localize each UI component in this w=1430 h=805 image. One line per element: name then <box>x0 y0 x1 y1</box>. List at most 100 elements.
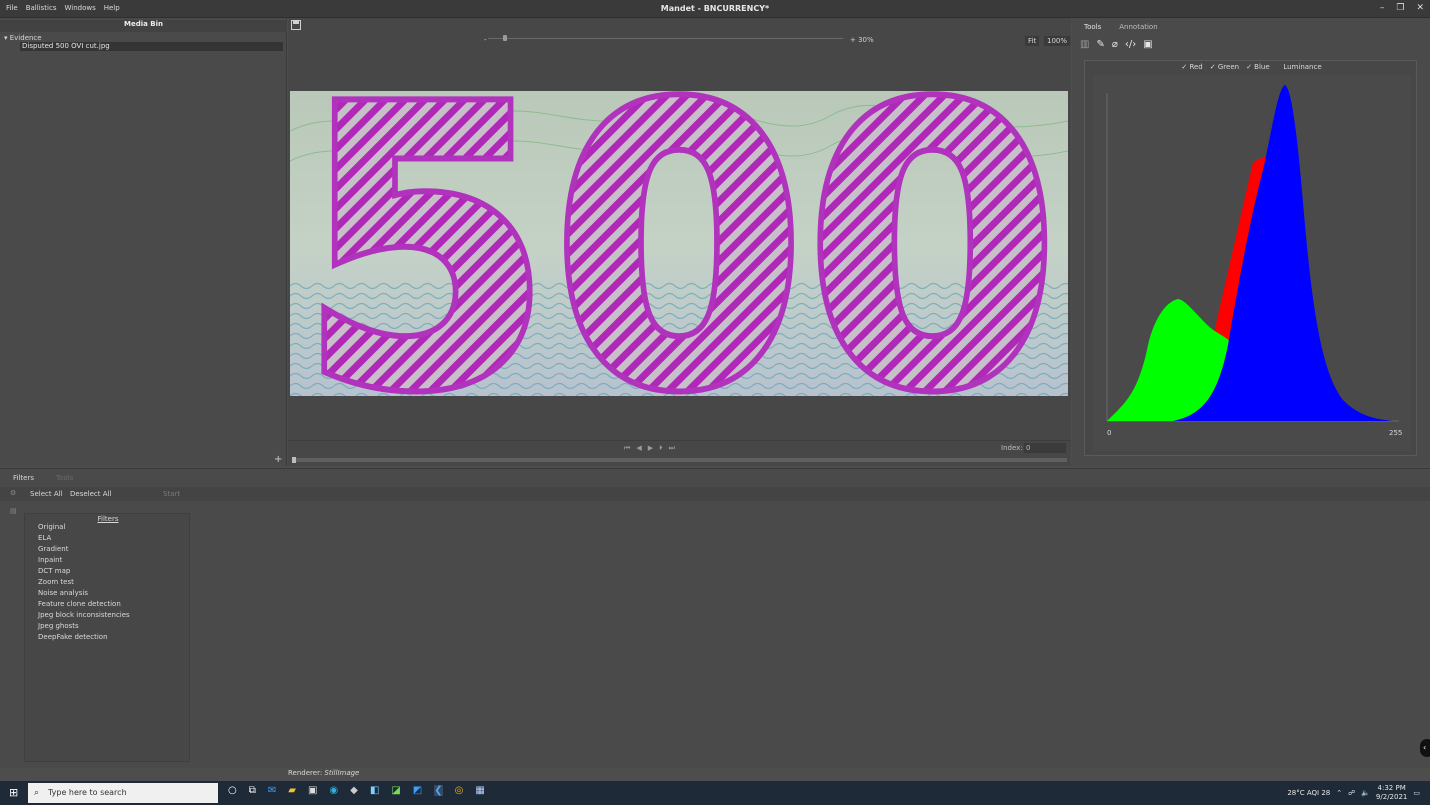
close-icon[interactable]: ✕ <box>1416 3 1424 13</box>
window-controls: – ❐ ✕ <box>1380 3 1424 13</box>
tray-network-icon[interactable]: ☍ <box>1348 789 1355 797</box>
image-text: 500 <box>299 91 1059 396</box>
first-frame-icon[interactable]: ⏮ <box>624 444 630 453</box>
edge-icon[interactable]: ◉ <box>329 785 338 796</box>
clock[interactable]: 4:32 PM 9/2/2021 <box>1376 784 1407 802</box>
select-all-button[interactable]: Select All <box>30 490 63 498</box>
renderer-value: StillImage <box>324 769 360 777</box>
app-icon-1[interactable]: ◆ <box>350 785 358 796</box>
zoom-100-button[interactable]: 100% <box>1044 36 1071 46</box>
clock-date: 9/2/2021 <box>1375 793 1408 801</box>
image-viewer: - + 30% Fit 100% 500 ⏮ ◀ ▶ ⏵ ⏭ Index: 0 <box>288 18 1071 466</box>
zoom-out-label[interactable]: - <box>484 36 487 44</box>
tree-evidence[interactable]: ▾ Evidence <box>4 34 42 42</box>
app-window: File Ballistics Windows Help Mandet - BN… <box>0 0 1430 805</box>
index-input[interactable]: 0 <box>1024 443 1066 453</box>
taskbar-search[interactable]: Type here to search <box>28 783 218 803</box>
tab-tools[interactable]: Tools <box>1084 23 1101 31</box>
filter-deepfake[interactable]: DeepFake detection <box>38 633 108 641</box>
taskbar: ⊞ Type here to search ⌕ ○ ⧉ ✉ ▰ ▣ ◉ ◆ ◧ … <box>0 781 1430 805</box>
filter-noise-analysis[interactable]: Noise analysis <box>38 589 88 597</box>
windows-start-icon[interactable]: ⊞ <box>9 786 18 799</box>
legend-red-label: Red <box>1189 63 1203 71</box>
legend-blue[interactable]: ✓ Blue <box>1246 63 1270 71</box>
playback-controls: ⏮ ◀ ▶ ⏵ ⏭ <box>624 444 675 453</box>
timeline-scrubber[interactable] <box>292 458 1067 462</box>
add-media-button[interactable]: + <box>274 454 282 465</box>
restore-icon[interactable]: ❐ <box>1396 3 1404 13</box>
fit-button[interactable]: Fit <box>1025 36 1040 46</box>
taskbar-apps: ○ ⧉ ✉ ▰ ▣ ◉ ◆ ◧ ◪ ◩ ❮ ◎ ▦ <box>228 785 485 796</box>
minimize-icon[interactable]: – <box>1380 3 1385 13</box>
start-button[interactable]: Start <box>163 490 180 498</box>
mail-icon[interactable]: ✉ <box>268 785 276 796</box>
tab-annotation[interactable]: Annotation <box>1119 23 1157 31</box>
filter-dct-map[interactable]: DCT map <box>38 567 70 575</box>
legend-green-label: Green <box>1217 63 1240 71</box>
histogram-legend: ✓ Red ✓ Green ✓ Blue Luminance <box>1085 63 1418 71</box>
tool-icons: ▥ ✎ ⌀ ‹/› ▣ <box>1080 39 1153 50</box>
ruler-icon[interactable]: ⌀ <box>1112 39 1118 50</box>
deselect-all-button[interactable]: Deselect All <box>70 490 111 498</box>
filter-icon[interactable]: ▤ <box>10 507 17 515</box>
histogram-icon[interactable]: ▥ <box>1080 39 1089 50</box>
task-view-icon[interactable]: ⧉ <box>249 785 256 796</box>
weather-text[interactable]: 28°C AQI 28 <box>1287 789 1330 797</box>
media-file-item[interactable]: Disputed 500 OVI cut.jpg <box>20 42 283 51</box>
filter-jpeg-block[interactable]: Jpeg block inconsistencies <box>38 611 130 619</box>
save-icon[interactable] <box>291 20 301 30</box>
filters-tabs: Filters Tools <box>13 474 73 482</box>
histogram-x-min: 0 <box>1107 429 1111 437</box>
filter-original[interactable]: Original <box>38 523 65 531</box>
play-icon[interactable]: ▶ <box>648 444 653 453</box>
next-frame-icon[interactable]: ⏵ <box>659 444 663 453</box>
tools-panel: Tools Annotation ▥ ✎ ⌀ ‹/› ▣ ✓ Red ✓ Gre… <box>1072 18 1430 466</box>
file-explorer-icon[interactable]: ▰ <box>288 785 296 796</box>
app-icon-3[interactable]: ◪ <box>391 785 400 796</box>
last-frame-icon[interactable]: ⏭ <box>669 444 675 453</box>
vscode-icon[interactable]: ❮ <box>434 785 443 796</box>
side-expand-icon[interactable]: ‹ <box>1420 739 1430 757</box>
renderer-label: Renderer: <box>288 769 323 777</box>
search-icon: ⌕ <box>34 788 40 798</box>
tools-tabs: Tools Annotation <box>1084 23 1158 31</box>
histogram-x-max: 255 <box>1389 429 1402 437</box>
cortana-icon[interactable]: ○ <box>228 785 237 796</box>
app-icon-4[interactable]: ◩ <box>413 785 422 796</box>
gear-icon[interactable]: ⚙ <box>10 489 16 497</box>
filter-inpaint[interactable]: Inpaint <box>38 556 62 564</box>
tray-chevron-icon[interactable]: ⌃ <box>1336 789 1342 797</box>
notification-icon[interactable]: ▭ <box>1413 789 1420 797</box>
app-icon-2[interactable]: ◧ <box>370 785 379 796</box>
system-tray: 28°C AQI 28 ⌃ ☍ 🔈 4:32 PM 9/2/2021 ▭ <box>1287 784 1420 802</box>
filters-toolbar: ⚙ Select All Deselect All Start <box>0 487 1430 501</box>
legend-red[interactable]: ✓ Red <box>1181 63 1202 71</box>
chart-icon[interactable]: ▣ <box>1143 39 1152 50</box>
evidence-image[interactable]: 500 <box>290 91 1068 396</box>
tab-filters[interactable]: Filters <box>13 474 34 482</box>
tray-volume-icon[interactable]: 🔈 <box>1361 789 1370 797</box>
legend-green[interactable]: ✓ Green <box>1210 63 1239 71</box>
eyedropper-icon[interactable]: ✎ <box>1096 39 1104 50</box>
tab-filters-other[interactable]: Tools <box>56 474 73 482</box>
legend-luminance[interactable]: Luminance <box>1277 63 1322 71</box>
app-icon-5[interactable]: ▦ <box>475 785 484 796</box>
filter-jpeg-ghosts[interactable]: Jpeg ghosts <box>38 622 79 630</box>
store-icon[interactable]: ▣ <box>308 785 317 796</box>
zoom-slider[interactable] <box>488 38 843 39</box>
window-title: Mandet - BNCURRENCY* <box>660 4 770 13</box>
filters-panel: Filters Tools ⚙ Select All Deselect All … <box>0 468 1430 768</box>
filter-feature-clone[interactable]: Feature clone detection <box>38 600 121 608</box>
zoom-slider-thumb[interactable] <box>503 35 507 41</box>
filter-gradient[interactable]: Gradient <box>38 545 68 553</box>
code-icon[interactable]: ‹/› <box>1125 39 1136 50</box>
title-bar: File Ballistics Windows Help Mandet - BN… <box>0 0 1430 18</box>
chrome-icon[interactable]: ◎ <box>455 785 464 796</box>
filters-list-title: Filters <box>97 515 119 523</box>
timeline-thumb[interactable] <box>292 457 296 463</box>
filter-ela[interactable]: ELA <box>38 534 51 542</box>
clock-time: 4:32 PM <box>1377 784 1406 792</box>
filter-zoom-test[interactable]: Zoom test <box>38 578 74 586</box>
legend-luminance-label: Luminance <box>1283 63 1322 71</box>
prev-frame-icon[interactable]: ◀ <box>636 444 641 453</box>
